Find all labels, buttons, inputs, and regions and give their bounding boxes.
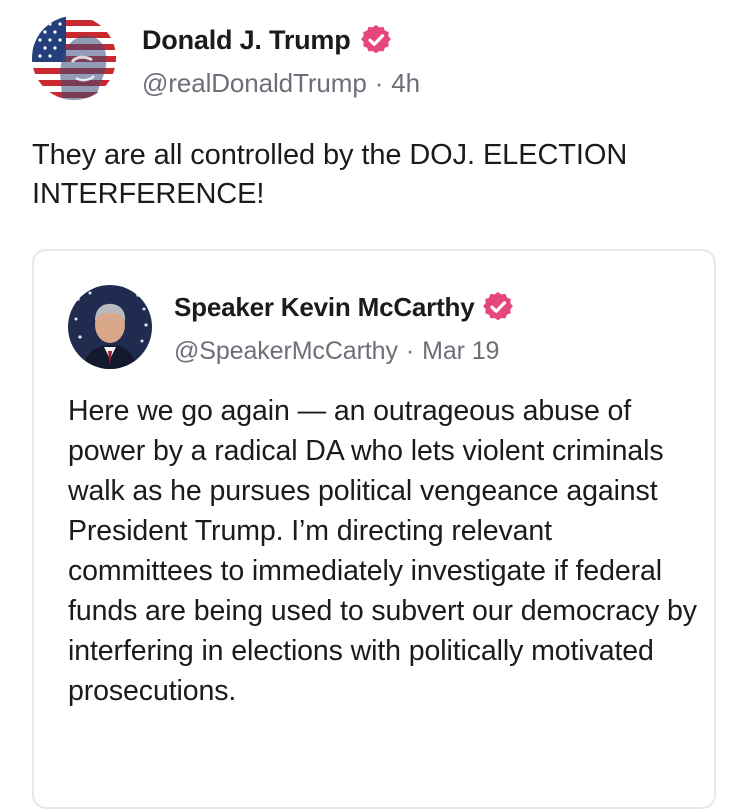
quoted-author-info: Speaker Kevin McCarthy @SpeakerMcCarthy ·…	[174, 289, 513, 366]
quoted-post-header: Speaker Kevin McCarthy @SpeakerMcCarthy ·…	[68, 285, 513, 369]
quoted-post-body-text: Here we go again — an outrageous abuse o…	[68, 395, 697, 707]
post-body-text: They are all controlled by the DOJ. ELEC…	[32, 139, 628, 210]
author-info: Donald J. Trump @realDonaldTrump · 4h	[142, 22, 420, 99]
verified-badge-icon	[482, 291, 513, 322]
quoted-author-display-name[interactable]: Speaker Kevin McCarthy	[174, 292, 475, 323]
quoted-author-handle[interactable]: @SpeakerMcCarthy	[174, 337, 398, 365]
post-timestamp[interactable]: 4h	[391, 68, 420, 98]
verified-badge-icon	[360, 24, 391, 55]
avatar[interactable]	[32, 16, 116, 100]
author-handle[interactable]: @realDonaldTrump	[142, 68, 367, 98]
author-display-name[interactable]: Donald J. Trump	[142, 25, 351, 56]
quoted-avatar[interactable]	[68, 285, 152, 369]
flag-portrait-avatar-icon	[32, 16, 116, 100]
name-row: Donald J. Trump	[142, 22, 420, 58]
quoted-post-timestamp[interactable]: Mar 19	[422, 337, 499, 365]
meta-separator: ·	[405, 337, 415, 365]
post: Donald J. Trump @realDonaldTrump · 4h They…	[0, 0, 750, 809]
quoted-author-meta: @SpeakerMcCarthy · Mar 19	[174, 337, 513, 366]
portrait-avatar-icon	[68, 285, 152, 369]
quoted-name-row: Speaker Kevin McCarthy	[174, 289, 513, 325]
post-header: Donald J. Trump @realDonaldTrump · 4h	[32, 16, 420, 100]
meta-separator: ·	[374, 68, 384, 98]
author-meta: @realDonaldTrump · 4h	[142, 68, 420, 99]
quoted-post-card[interactable]: Speaker Kevin McCarthy @SpeakerMcCarthy ·…	[32, 249, 716, 809]
